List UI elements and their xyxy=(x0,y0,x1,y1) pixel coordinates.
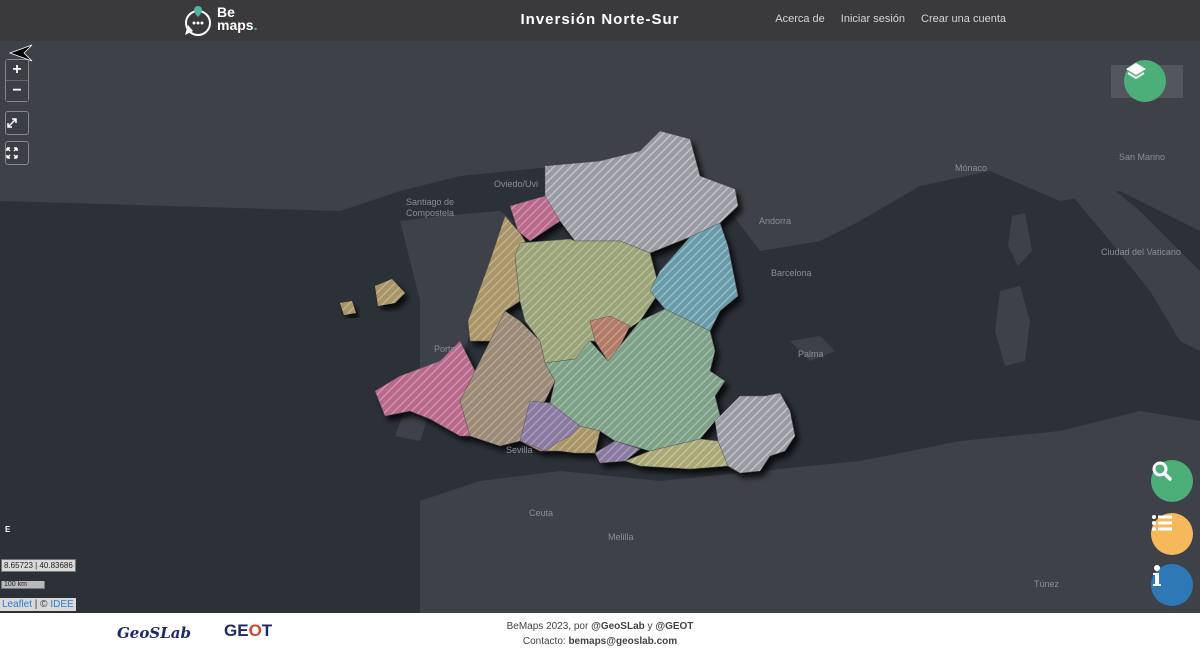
zoom-out-button[interactable]: − xyxy=(6,81,28,101)
credits-and: y xyxy=(644,621,656,632)
search-icon xyxy=(1152,461,1172,481)
search-button[interactable] xyxy=(1151,460,1193,502)
label-melilla: Melilla xyxy=(608,532,634,542)
list-icon xyxy=(1152,515,1172,531)
scale-bar: 100 km xyxy=(1,581,45,589)
info-button[interactable] xyxy=(1151,564,1193,606)
map-canvas[interactable]: Oviedo/Uvi Santiago de Compostela Andorr… xyxy=(0,41,1200,613)
label-santiago-1: Santiago de xyxy=(406,197,455,207)
region-grey-se[interactable] xyxy=(714,392,796,474)
contact-label: Contacto: xyxy=(522,636,569,647)
list-button[interactable] xyxy=(1151,513,1193,555)
label-ceuta: Ceuta xyxy=(529,508,554,518)
island-west-2 xyxy=(340,301,356,315)
label-tunez: Túnez xyxy=(1034,579,1060,589)
label-monaco: Mónaco xyxy=(955,163,988,173)
label-oviedo: Oviedo/Uvi xyxy=(494,179,539,189)
page-title: Inversión Norte-Sur xyxy=(520,11,680,28)
fullscreen-icon xyxy=(6,147,18,159)
nav-links: Acerca de Iniciar sesión Crear una cuent… xyxy=(775,13,1006,25)
attribution-separator: | © xyxy=(32,599,51,610)
credits-geot[interactable]: @GEOT xyxy=(655,621,693,632)
nav-about-link[interactable]: Acerca de xyxy=(775,13,825,25)
footer: GeoSLab GEOT BeMaps 2023, por @GeoSLab y… xyxy=(0,613,1200,651)
label-porto: Porto xyxy=(434,344,456,354)
fullscreen-button[interactable] xyxy=(5,141,29,165)
top-navbar: Be maps. Inversión Norte-Sur Acerca de I… xyxy=(0,0,1200,41)
zoom-control: + − xyxy=(5,59,29,102)
expand-button[interactable] xyxy=(5,111,29,135)
north-arrow-icon xyxy=(8,44,33,62)
nav-login-link[interactable]: Iniciar sesión xyxy=(841,13,905,25)
expand-arrows-icon xyxy=(7,118,17,128)
layers-button[interactable] xyxy=(1124,60,1166,102)
coordinates-readout: 8.65723 | 40.83686 xyxy=(1,559,76,572)
footer-credits: BeMaps 2023, por @GeoSLab y @GEOT Contac… xyxy=(0,619,1200,649)
land-sardinia xyxy=(995,286,1030,366)
island-west-1 xyxy=(375,279,405,306)
map-svg xyxy=(0,41,1200,613)
map-attribution: Leaflet | © IDEE xyxy=(0,598,76,611)
contact-email-link[interactable]: bemaps@geoslab.com xyxy=(568,636,677,647)
info-icon xyxy=(1153,565,1161,586)
label-andorra: Andorra xyxy=(759,216,792,226)
land-corsica xyxy=(1008,213,1032,266)
label-sevilla: Sevilla xyxy=(506,445,533,455)
label-barcelona: Barcelona xyxy=(771,268,812,278)
nav-register-link[interactable]: Crear una cuenta xyxy=(921,13,1006,25)
layers-icon xyxy=(1126,63,1146,80)
label-vaticano: Ciudad del Vaticano xyxy=(1101,247,1181,257)
idee-link[interactable]: IDEE xyxy=(50,599,73,610)
label-santiago-2: Compostela xyxy=(406,208,455,218)
credits-prefix: BeMaps 2023, por xyxy=(506,621,592,632)
leaflet-link[interactable]: Leaflet xyxy=(2,599,32,610)
label-palma: Palma xyxy=(798,349,824,359)
credits-geoslab[interactable]: @GeoSLab xyxy=(591,621,645,632)
label-san-marino: San Marino xyxy=(1119,152,1166,162)
north-arrow-label: E xyxy=(5,525,11,534)
